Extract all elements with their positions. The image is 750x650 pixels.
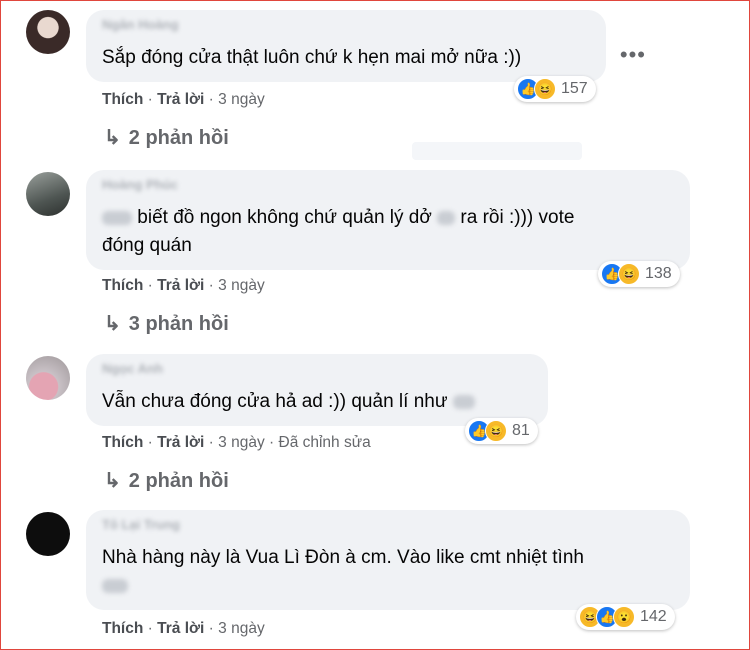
comment-time[interactable]: 3 ngày [218,91,265,108]
edited-label: Đã chỉnh sửa [278,434,371,451]
reaction-summary[interactable]: 😆 👍 😮 142 [576,604,675,630]
comment-text: Vẫn chưa đóng cửa hả ad :)) quản lí như [102,388,475,416]
view-replies-button[interactable]: ↳ 2 phản hồi [104,468,229,493]
replies-count: 3 phản hồi [128,313,229,335]
haha-reaction-icon: 😆 [534,78,556,100]
comment-author[interactable]: Hoàng Phúc [102,177,178,192]
separator: · [147,434,153,451]
comment-bubble: Ngân Hoàng Sắp đóng cửa thật luôn chứ k … [86,10,606,82]
reply-button[interactable]: Trả lời [157,277,204,294]
view-replies-button[interactable]: ↳ 2 phản hồi [104,125,229,150]
reaction-count: 81 [512,422,530,439]
comment-text-body: Vẫn chưa đóng cửa hả ad :)) quản lí như [102,391,448,412]
comment-text: Nhà hàng này là Vua Lì Đòn à cm. Vào lik… [102,544,584,600]
reply-button[interactable]: Trả lời [157,620,204,637]
blurred-element [412,142,582,160]
replies-count: 2 phản hồi [128,127,229,149]
avatar[interactable] [26,172,70,216]
reply-button[interactable]: Trả lời [157,91,204,108]
comment-time[interactable]: 3 ngày [218,434,265,451]
reaction-count: 157 [561,80,588,97]
separator: · [269,434,275,451]
comment-time[interactable]: 3 ngày [218,620,265,637]
blurred-text [102,578,128,593]
like-button[interactable]: Thích [102,434,143,451]
reaction-summary[interactable]: 👍 😆 138 [598,261,680,287]
comment-bubble: Tô Lại Trung Nhà hàng này là Vua Lì Đòn … [86,510,690,610]
reaction-count: 138 [645,265,672,282]
reply-button[interactable]: Trả lời [157,434,204,451]
separator: · [147,277,153,294]
comment-text: biết đồ ngon không chứ quản lý dở ra rồi… [102,204,574,260]
separator: · [208,277,214,294]
reply-arrow-icon: ↳ [104,313,121,335]
comment-actions: Thích · Trả lời · 3 ngày [102,91,265,109]
comment-time[interactable]: 3 ngày [218,277,265,294]
comment-author[interactable]: Ngọc Anh [102,361,163,376]
separator: · [208,620,214,637]
comment-text-line2: đóng quán [102,235,192,256]
comment-actions: Thích · Trả lời · 3 ngày [102,620,265,638]
comment-author[interactable]: Ngân Hoàng [102,17,179,32]
blurred-text [102,210,132,225]
comment-actions: Thích · Trả lời · 3 ngày [102,277,265,295]
avatar[interactable] [26,512,70,556]
reply-arrow-icon: ↳ [104,127,121,149]
reaction-count: 142 [640,608,667,625]
replies-count: 2 phản hồi [128,470,229,492]
comment-text: Sắp đóng cửa thật luôn chứ k hẹn mai mở … [102,47,522,68]
avatar[interactable] [26,356,70,400]
separator: · [208,434,214,451]
comment-text-body: Nhà hàng này là Vua Lì Đòn à cm. Vào lik… [102,547,584,568]
haha-reaction-icon: 😆 [618,263,640,285]
reaction-summary[interactable]: 👍 😆 81 [465,418,538,444]
comment-bubble: Hoàng Phúc biết đồ ngon không chứ quản l… [86,170,690,270]
separator: · [147,620,153,637]
like-button[interactable]: Thích [102,91,143,108]
comment-bubble: Ngọc Anh Vẫn chưa đóng cửa hả ad :)) quả… [86,354,548,426]
comment-text-line1: biết đồ ngon không chứ quản lý dở [137,207,432,228]
haha-reaction-icon: 😆 [485,420,507,442]
like-button[interactable]: Thích [102,620,143,637]
reply-arrow-icon: ↳ [104,470,121,492]
separator: · [208,91,214,108]
more-options-icon[interactable]: ••• [620,42,646,68]
view-replies-button[interactable]: ↳ 3 phản hồi [104,311,229,336]
reaction-summary[interactable]: 👍 😆 157 [514,76,596,102]
blurred-text [452,394,475,409]
avatar[interactable] [26,10,70,54]
blurred-text [437,210,456,225]
comment-text-line1-end: ra rồi :))) vote [460,207,575,228]
wow-reaction-icon: 😮 [613,606,635,628]
comment-actions: Thích · Trả lời · 3 ngày · Đã chỉnh sửa [102,434,371,452]
separator: · [147,91,153,108]
comment-author[interactable]: Tô Lại Trung [102,517,180,532]
like-button[interactable]: Thích [102,277,143,294]
